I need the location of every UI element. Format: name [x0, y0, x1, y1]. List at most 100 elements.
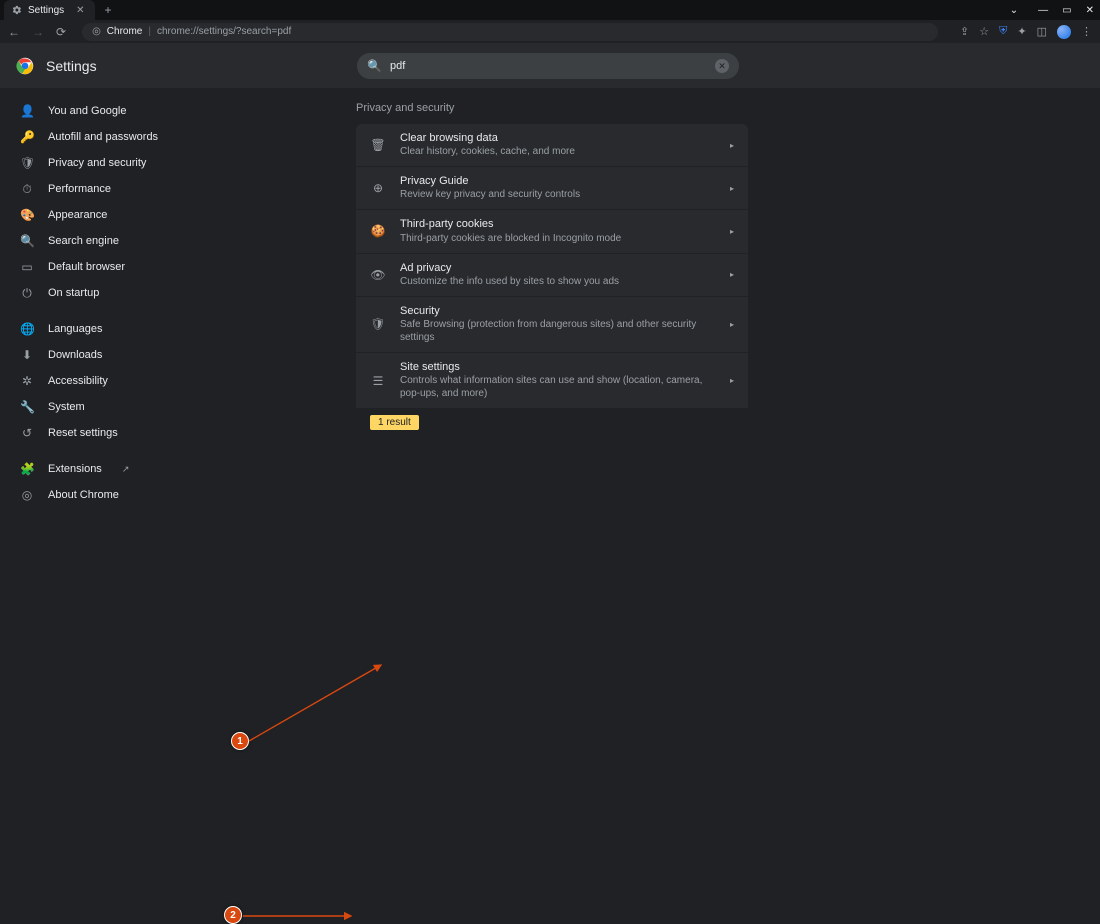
kebab-menu-icon[interactable]: ⋮ — [1081, 25, 1092, 38]
sidebar-item-extensions[interactable]: 🧩 Extensions ↗ — [0, 456, 208, 482]
download-icon: ⬇ — [20, 348, 34, 362]
minimize-icon[interactable]: — — [1038, 5, 1048, 16]
row-subtitle: Safe Browsing (protection from dangerous… — [400, 318, 716, 344]
settings-header: Settings 🔍 ✕ — [0, 44, 1100, 88]
row-title: Site settings — [400, 361, 716, 374]
reload-button[interactable]: ⟳ — [56, 25, 66, 39]
sidebar-item-default-browser[interactable]: ▭ Default browser — [0, 254, 208, 280]
back-button[interactable]: ← — [8, 25, 20, 39]
person-icon: 👤 — [20, 104, 34, 118]
tab-title: Settings — [28, 5, 64, 16]
settings-row-security[interactable]: 🛡SecuritySafe Browsing (protection from … — [356, 297, 748, 352]
guide-icon: ⊕ — [370, 181, 386, 195]
maximize-icon[interactable]: ▭ — [1062, 5, 1071, 16]
row-subtitle: Customize the info used by sites to show… — [400, 275, 716, 288]
ads-icon: 👁 — [370, 268, 386, 282]
close-window-icon[interactable]: ✕ — [1086, 5, 1094, 16]
default-icon: ▭ — [20, 260, 34, 274]
new-tab-button[interactable]: + — [105, 3, 112, 17]
startup-icon: ⏻ — [20, 286, 34, 301]
sidebar-item-performance[interactable]: ⏱Performance — [0, 176, 208, 202]
trash-icon: 🗑 — [370, 138, 386, 152]
sidebar-item-label: System — [48, 401, 85, 413]
side-panel-icon[interactable]: ◫ — [1037, 25, 1047, 38]
sidebar-item-label: Downloads — [48, 349, 102, 361]
puzzle-icon[interactable]: ✦ — [1017, 25, 1026, 38]
lang-icon: 🌐 — [20, 322, 34, 336]
sidebar-item-label: Default browser — [48, 261, 125, 273]
settings-row-ad-privacy[interactable]: 👁 Ad privacyCustomize the info used by si… — [356, 254, 748, 296]
sidebar-item-label: Reset settings — [48, 427, 118, 439]
system-icon: 🔧 — [20, 400, 34, 414]
sidebar-item-privacy-and-security[interactable]: 🛡 Privacy and security — [0, 150, 208, 176]
appearance-icon: 🎨 — [20, 208, 34, 222]
shield-icon[interactable]: ⛨ — [999, 25, 1007, 38]
settings-row-third-party-cookies[interactable]: 🍪Third-party cookiesThird-party cookies … — [356, 210, 748, 252]
browser-toolbar: ← → ⟳ ◎ Chrome | chrome://settings/?sear… — [0, 20, 1100, 44]
bookmark-icon[interactable]: ☆ — [979, 25, 989, 38]
settings-row-privacy-guide[interactable]: ⊕ Privacy GuideReview key privacy and sec… — [356, 167, 748, 209]
omnibox-path: chrome://settings/?search=pdf — [157, 26, 291, 37]
cookie-icon: 🍪 — [370, 224, 386, 238]
autofill-icon: 🔑 — [20, 130, 34, 144]
external-link-icon: ↗ — [122, 464, 130, 475]
browser-tab[interactable]: Settings ✕ — [4, 0, 95, 20]
ext-icon: 🧩 — [20, 462, 34, 476]
settings-row-site-settings[interactable]: ☰Site settingsControls what information … — [356, 353, 748, 408]
row-title: Security — [400, 305, 716, 318]
row-subtitle: Review key privacy and security controls — [400, 188, 716, 201]
sidebar-item-label: Autofill and passwords — [48, 131, 158, 143]
sidebar-item-label: Appearance — [48, 209, 107, 221]
browser-title-bar: Settings ✕ + ⌄ — ▭ ✕ — [0, 0, 1100, 20]
window-controls: ⌄ — ▭ ✕ — [1010, 0, 1094, 20]
sidebar-item-languages[interactable]: 🌐Languages — [0, 316, 208, 342]
tab-close-icon[interactable]: ✕ — [76, 5, 84, 16]
settings-search-input[interactable] — [390, 60, 707, 72]
settings-row-clear-browsing-data[interactable]: 🗑Clear browsing dataClear history, cooki… — [356, 124, 748, 166]
annotation-step-2: 2 — [224, 906, 242, 924]
sidebar-item-label: Extensions — [48, 463, 102, 475]
chevron-right-icon: ▸ — [730, 227, 734, 236]
search-icon: 🔍 — [20, 234, 34, 248]
forward-button[interactable]: → — [32, 25, 44, 39]
sidebar-item-label: Accessibility — [48, 375, 108, 387]
row-title: Clear browsing data — [400, 132, 716, 145]
sidebar-item-downloads[interactable]: ⬇ Downloads — [0, 342, 208, 368]
row-title: Ad privacy — [400, 262, 716, 275]
privacy-icon: 🛡 — [20, 156, 34, 170]
search-icon: 🔍 — [367, 59, 382, 73]
row-title: Third-party cookies — [400, 218, 716, 231]
site-info-icon: ◎ — [92, 26, 101, 37]
settings-search[interactable]: 🔍 ✕ — [357, 53, 739, 79]
sidebar-item-reset-settings[interactable]: ↺Reset settings — [0, 420, 208, 446]
share-icon[interactable]: ⇪ — [960, 25, 969, 38]
sidebar-item-you-and-google[interactable]: 👤You and Google — [0, 98, 208, 124]
sidebar-item-on-startup[interactable]: ⏻ On startup — [0, 280, 208, 306]
sidebar-item-appearance[interactable]: 🎨 Appearance — [0, 202, 208, 228]
sidebar-item-autofill-and-passwords[interactable]: 🔑 Autofill and passwords — [0, 124, 208, 150]
sidebar-item-about-chrome[interactable]: ◎ About Chrome — [0, 482, 208, 508]
a11y-icon: ✲ — [20, 374, 34, 388]
settings-sidebar: 👤You and Google 🔑 Autofill and passwords 🛡 P… — [0, 88, 216, 596]
sidebar-item-search-engine[interactable]: 🔍 Search engine — [0, 228, 208, 254]
section-heading: Privacy and security — [356, 102, 1100, 114]
gear-icon — [12, 5, 22, 15]
sidebar-item-label: Search engine — [48, 235, 119, 247]
settings-main: Privacy and security 🗑 Clear browsing dat… — [216, 88, 1100, 596]
profile-avatar[interactable] — [1057, 25, 1071, 39]
annotation-step-1: 1 — [231, 732, 249, 750]
sidebar-item-accessibility[interactable]: ✲ Accessibility — [0, 368, 208, 394]
about-icon: ◎ — [20, 488, 34, 502]
sidebar-item-label: About Chrome — [48, 489, 119, 501]
row-title: Privacy Guide — [400, 175, 716, 188]
clear-search-icon[interactable]: ✕ — [715, 59, 729, 73]
search-result-badge: 1 result — [370, 415, 419, 430]
sidebar-item-system[interactable]: 🔧 System — [0, 394, 208, 420]
sidebar-item-label: On startup — [48, 287, 99, 299]
address-bar[interactable]: ◎ Chrome | chrome://settings/?search=pdf — [82, 23, 938, 41]
sidebar-item-label: Privacy and security — [48, 157, 146, 169]
chevron-right-icon: ▸ — [730, 320, 734, 329]
settings-rows: 🗑Clear browsing dataClear history, cooki… — [356, 124, 748, 408]
tabs-menu-icon[interactable]: ⌄ — [1010, 5, 1018, 16]
tune-icon: ☰ — [370, 374, 386, 388]
